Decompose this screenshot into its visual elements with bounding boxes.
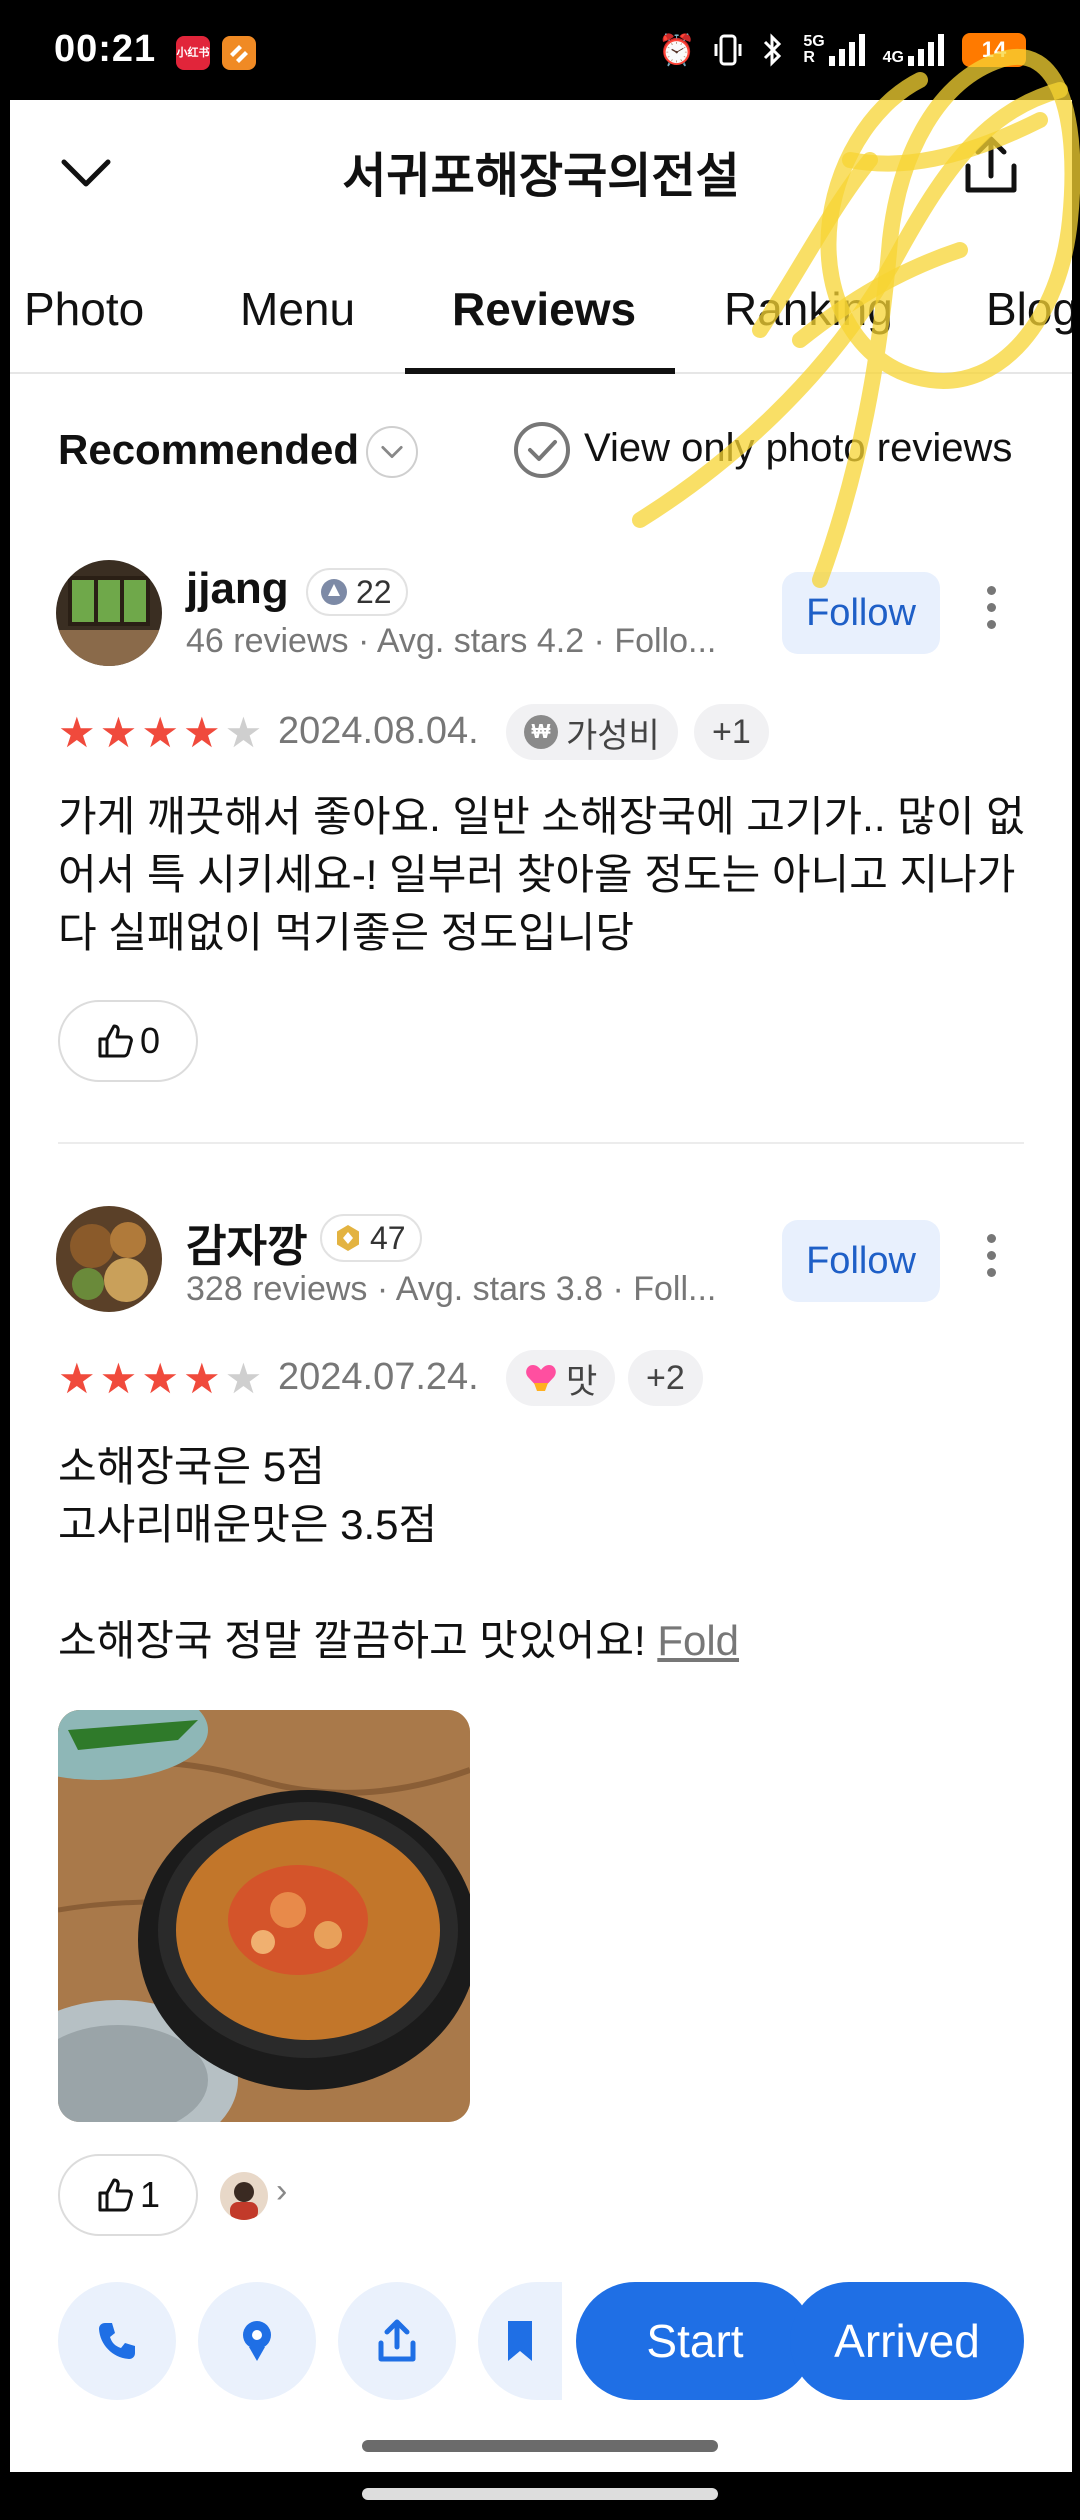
thumbs-up-icon xyxy=(98,2178,133,2212)
tab-ranking[interactable]: Ranking xyxy=(724,282,893,336)
more-options-icon[interactable] xyxy=(976,1226,1006,1286)
app-notification-icon xyxy=(222,36,256,70)
phone-icon xyxy=(99,2323,135,2359)
place-sheet: 서귀포해장국의전설 Photo Menu Reviews Ranking Blo… xyxy=(10,100,1072,2472)
status-time: 00:21 xyxy=(54,28,157,70)
call-button[interactable] xyxy=(58,2282,176,2400)
avatar[interactable] xyxy=(56,1206,162,1312)
review-tag-chip[interactable]: ₩ 가성비 xyxy=(506,704,678,760)
tab-bar: Photo Menu Reviews Ranking Blog xyxy=(10,230,1072,374)
star-empty-icon: ★ xyxy=(224,709,263,756)
review-photo[interactable] xyxy=(58,1710,470,2122)
review-line: 소해장국 정말 깔끔하고 맛있어요! Fold xyxy=(58,1617,740,1664)
review-line: 소해장국은 5점 xyxy=(58,1443,325,1490)
like-count: 1 xyxy=(139,2174,161,2215)
tab-menu[interactable]: Menu xyxy=(240,282,355,336)
won-coin-icon: ₩ xyxy=(524,715,558,749)
star-filled-icon: ★ xyxy=(99,1355,138,1402)
signal-bars-icon xyxy=(828,34,865,66)
page-title: 서귀포해장국의전설 xyxy=(342,150,740,203)
reviewer-name[interactable]: jjang xyxy=(186,564,289,614)
more-tags-chip[interactable]: +2 xyxy=(628,1350,703,1406)
reviewer-stats: 328 reviews · Avg. stars 3.8 · Foll... xyxy=(186,1270,717,1308)
like-button[interactable]: 0 xyxy=(58,1000,198,1082)
more-tags-chip[interactable]: +1 xyxy=(694,704,769,760)
level-value: 47 xyxy=(370,1219,406,1256)
reviewer-name[interactable]: 감자깡 xyxy=(186,1210,307,1274)
review-divider xyxy=(58,1142,1024,1144)
review-filter-row: Recommended View only photo reviews xyxy=(10,376,1072,516)
star-filled-icon: ★ xyxy=(58,1355,96,1402)
reviewer-stats: 46 reviews · Avg. stars 4.2 · Follo... xyxy=(186,622,717,660)
star-filled-icon: ★ xyxy=(58,709,96,756)
xiaohongshu-app-icon: 小红书 xyxy=(176,36,210,70)
review-line: 고사리매운맛은 3.5점 xyxy=(58,1501,438,1548)
reviewer-level-badge: 47 xyxy=(320,1214,422,1262)
arrived-button[interactable]: Arrived xyxy=(790,2282,1024,2400)
review-date: 2024.07.24. xyxy=(278,1356,479,1398)
signal-5g: 5G R xyxy=(803,34,865,66)
review-date: 2024.08.04. xyxy=(278,710,479,752)
save-button[interactable] xyxy=(478,2282,562,2400)
location-button[interactable] xyxy=(198,2282,316,2400)
tab-blog[interactable]: Blog xyxy=(986,282,1072,336)
star-rating: ★ ★ ★ ★ ★ xyxy=(58,1358,262,1400)
review-tag-label: 맛 xyxy=(566,1362,598,1401)
vibrate-icon xyxy=(714,34,742,66)
bluetooth-icon xyxy=(764,33,782,67)
start-button[interactable]: Start xyxy=(576,2282,814,2400)
reviewer-level-badge: 22 xyxy=(306,568,408,616)
star-filled-icon: ★ xyxy=(182,709,221,756)
share-button[interactable] xyxy=(338,2282,456,2400)
signal-4g: 4G xyxy=(883,34,944,66)
review-line-blank xyxy=(58,1554,1038,1612)
avatar[interactable] xyxy=(56,560,162,666)
sort-dropdown-label[interactable]: Recommended xyxy=(58,426,359,474)
check-circle-icon[interactable] xyxy=(512,420,572,480)
home-indicator xyxy=(362,2488,718,2500)
battery-indicator: 14 xyxy=(962,33,1026,67)
share-icon xyxy=(378,2319,416,2362)
liker-avatar[interactable] xyxy=(220,2172,268,2220)
review-tag-chip[interactable]: 맛 xyxy=(506,1350,616,1406)
gesture-bar xyxy=(362,2440,718,2452)
star-rating: ★ ★ ★ ★ ★ xyxy=(58,712,262,754)
bottom-action-bar: Start Arrived xyxy=(10,2270,1072,2440)
tab-photo[interactable]: Photo xyxy=(24,282,144,336)
signal-bars-icon xyxy=(908,34,944,66)
status-bar: 00:21 小红书 ⏰ 5G R 4G 14 xyxy=(0,0,1080,100)
active-tab-indicator xyxy=(405,368,675,374)
like-count: 0 xyxy=(139,1020,161,1061)
level-value: 22 xyxy=(356,573,392,610)
thumbs-up-icon xyxy=(98,1024,133,1058)
top-bar: 서귀포해장국의전설 xyxy=(10,100,1072,230)
level-icon xyxy=(321,579,347,605)
chevron-right-icon[interactable]: › xyxy=(276,2172,287,2211)
alarm-icon: ⏰ xyxy=(657,33,696,67)
star-empty-icon: ★ xyxy=(224,1355,263,1402)
follow-button[interactable]: Follow xyxy=(782,572,940,654)
tab-reviews[interactable]: Reviews xyxy=(452,282,636,336)
follow-button[interactable]: Follow xyxy=(782,1220,940,1302)
star-filled-icon: ★ xyxy=(141,709,179,756)
star-filled-icon: ★ xyxy=(99,709,138,756)
photo-reviews-only-toggle[interactable]: View only photo reviews xyxy=(584,426,1012,471)
review-text: 가게 깨끗해서 좋아요. 일반 소해장국에 고기가.. 많이 없어서 특 시키세… xyxy=(58,793,1025,956)
review-text: 소해장국은 5점 고사리매운맛은 3.5점 소해장국 정말 깔끔하고 맛있어요!… xyxy=(58,1438,1038,1670)
location-pin-icon xyxy=(243,2321,271,2361)
star-filled-icon: ★ xyxy=(141,1355,179,1402)
bookmark-icon xyxy=(508,2321,532,2361)
chevron-down-icon[interactable] xyxy=(366,426,418,478)
status-icons: ⏰ 5G R 4G 14 xyxy=(658,28,1026,72)
star-filled-icon: ★ xyxy=(182,1355,221,1402)
fold-link[interactable]: Fold xyxy=(657,1617,739,1664)
like-button[interactable]: 1 xyxy=(58,2154,198,2236)
share-icon[interactable] xyxy=(956,130,1026,200)
heart-taste-icon xyxy=(526,1365,556,1391)
more-options-icon[interactable] xyxy=(976,578,1006,638)
review-tag-label: 가성비 xyxy=(566,716,660,755)
level-icon xyxy=(337,1225,359,1251)
